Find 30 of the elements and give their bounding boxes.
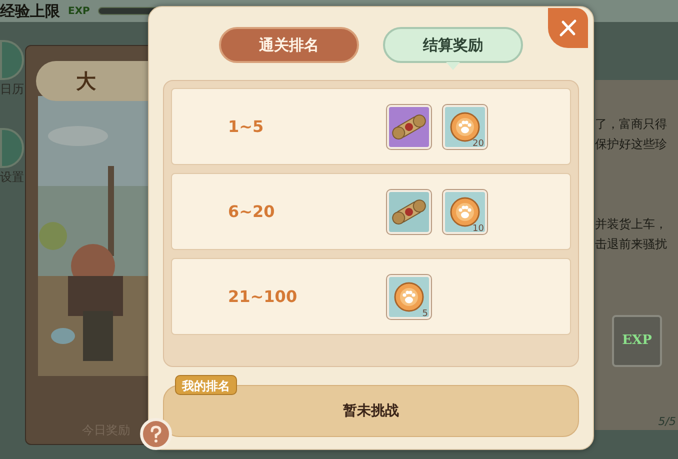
counter: 5/5 — [658, 414, 676, 430]
coin-reward-slot[interactable]: 5 — [387, 274, 431, 319]
story-text: 了，富商只得 — [595, 116, 668, 133]
help-icon — [149, 425, 163, 443]
coin-reward-slot[interactable]: 10 — [443, 190, 487, 234]
exp-text: EXP — [68, 4, 90, 18]
my-rank-value: 暂未挑战 — [343, 402, 399, 420]
rank-range: 6~20 — [227, 200, 276, 223]
paw-coin-icon — [393, 280, 425, 313]
story-text: 并装货上车， — [595, 216, 668, 233]
coin-reward-slot[interactable]: 20 — [443, 104, 487, 149]
exp-item-label: EXP — [622, 332, 652, 350]
board-title: 大 — [76, 68, 96, 95]
story-text: 击退前来骚扰 — [595, 236, 668, 253]
close-icon — [558, 18, 578, 38]
exp-item-slot[interactable]: EXP — [612, 315, 662, 367]
story-text: 保护好这些珍 — [595, 136, 668, 153]
exp-limit-label: 经验上限 — [0, 0, 60, 22]
tab[interactable]: 结算奖励 — [383, 27, 523, 63]
scroll-reward-slot[interactable] — [387, 190, 431, 234]
my-rank-tag: 我的排名 — [175, 375, 237, 395]
tab-pointer — [446, 62, 460, 70]
scroll-reward-slot[interactable] — [387, 104, 431, 149]
tab[interactable]: 通关排名 — [219, 27, 359, 63]
rank-range: 1~5 — [227, 116, 265, 138]
rank-range: 21~100 — [227, 286, 298, 308]
close-button[interactable] — [548, 8, 588, 48]
item-count: 10 — [472, 224, 484, 234]
item-count: 20 — [472, 140, 484, 149]
item-count: 5 — [422, 310, 428, 319]
